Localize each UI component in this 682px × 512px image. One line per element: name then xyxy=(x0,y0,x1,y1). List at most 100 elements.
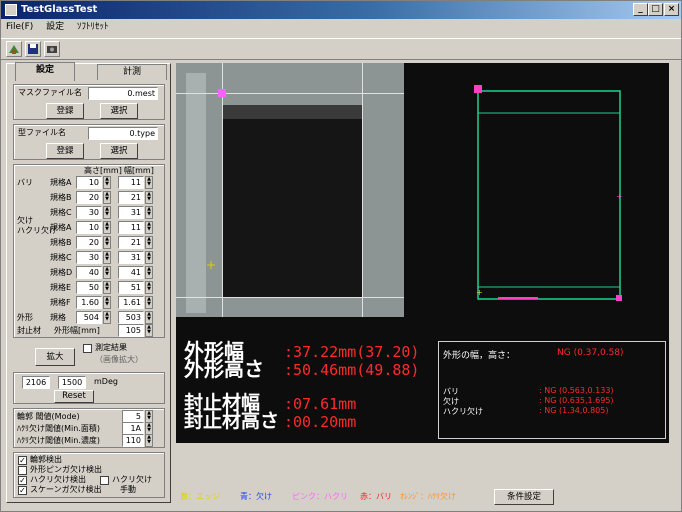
height-field[interactable]: 40 xyxy=(76,266,102,279)
width-spinner[interactable]: ▲ ▼ xyxy=(145,191,153,204)
outer-row-name: 規格 xyxy=(50,313,66,322)
height-field[interactable]: 10 xyxy=(76,176,102,189)
minimize-button[interactable]: _ xyxy=(633,3,648,16)
threshold-spinner[interactable]: ▲ ▼ xyxy=(145,434,153,447)
width-field[interactable]: 41 xyxy=(118,266,144,279)
outer-height-field[interactable]: 504 xyxy=(76,311,102,324)
guide-line-h-bottom xyxy=(176,297,404,298)
maximize-button[interactable]: □ xyxy=(648,3,663,16)
row-name: 規格A xyxy=(50,223,72,232)
height-spinner[interactable]: ▲ ▼ xyxy=(103,206,111,219)
template-file-field[interactable]: 0.type xyxy=(88,127,158,140)
width-field[interactable]: 11 xyxy=(118,221,144,234)
height-spinner[interactable]: ▲ ▼ xyxy=(103,251,111,264)
width-spinner[interactable]: ▲ ▼ xyxy=(145,266,153,279)
outer-chip-checkbox[interactable] xyxy=(18,466,27,475)
mask-file-group: マスクファイル名 0.mest 登録 選択 xyxy=(13,84,165,120)
height-spinner[interactable]: ▲ ▼ xyxy=(103,296,111,309)
camera-icon[interactable] xyxy=(44,41,60,57)
image-viewer[interactable]: + + + 外形幅 外形高さ :37.22mm(37.20) :50.46mm(… xyxy=(176,63,669,443)
judge-value: : NG (0.635,1.695) xyxy=(539,396,614,405)
threshold-label: ﾊｸﾘ欠け閾値(Min.面積) xyxy=(17,424,100,433)
detection-checks-group: ✓ 輪郭検出 外形ピンガ欠け検出 ✓ ハクリ欠け検出 ハクリ欠け ✓ スケーンガ… xyxy=(13,452,165,498)
outer-height-value: :50.46mm(49.88) xyxy=(284,361,420,379)
row-group-label: バリ xyxy=(17,178,33,187)
menu-reset[interactable]: ｿﾌﾄﾘｾｯﾄ xyxy=(72,22,114,32)
mask-select-button[interactable]: 選択 xyxy=(100,103,138,119)
width-field[interactable]: 1.61 xyxy=(118,296,144,309)
legend-peel: ピンク：ハクリ xyxy=(292,492,348,501)
close-button[interactable]: × xyxy=(664,3,679,16)
width-spinner[interactable]: ▲ ▼ xyxy=(145,311,153,324)
toolbar xyxy=(1,38,681,60)
expand-button[interactable]: 拡大 xyxy=(35,348,75,366)
corner-marker xyxy=(218,89,226,97)
outer-width-field[interactable]: 503 xyxy=(118,311,144,324)
judge-title-value: NG (0.37,0.58) xyxy=(557,348,624,358)
width-spinner[interactable]: ▲ ▼ xyxy=(145,236,153,249)
mask-register-button[interactable]: 登録 xyxy=(46,103,84,119)
save-icon[interactable] xyxy=(25,41,41,57)
template-select-button[interactable]: 選択 xyxy=(100,143,138,159)
reset-button[interactable]: Reset xyxy=(54,390,94,403)
height-spinner[interactable]: ▲ ▼ xyxy=(103,191,111,204)
height-spinner[interactable]: ▲ ▼ xyxy=(103,311,111,324)
edge-detect-checkbox[interactable]: ✓ xyxy=(18,456,27,465)
height-spinner[interactable]: ▲ ▼ xyxy=(103,176,111,189)
param-a-field[interactable]: 2106 xyxy=(22,376,50,389)
height-field[interactable]: 30 xyxy=(76,251,102,264)
tab-measure[interactable]: 計測 xyxy=(97,64,167,80)
height-field[interactable]: 30 xyxy=(76,206,102,219)
judge-value: : NG (1.34,0.805) xyxy=(539,406,609,415)
width-field[interactable]: 11 xyxy=(118,176,144,189)
panel-dark-region xyxy=(222,105,362,297)
menu-file[interactable]: File(F) xyxy=(1,22,38,32)
threshold-params-group: 輪郭 閾値(Mode) 5 ▲ ▼ ﾊｸﾘ欠け閾値(Min.面積) 1A ▲ ▼ ﾊ… xyxy=(13,408,165,448)
param-b-field[interactable]: 1500 xyxy=(58,376,86,389)
width-spinner[interactable]: ▲ ▼ xyxy=(145,281,153,294)
height-field[interactable]: 20 xyxy=(76,236,102,249)
seal-width-field[interactable]: 105 xyxy=(118,324,144,337)
width-spinner[interactable]: ▲ ▼ xyxy=(145,221,153,234)
calibrate-icon[interactable] xyxy=(6,41,22,57)
width-spinner[interactable]: ▲ ▼ xyxy=(145,296,153,309)
width-field[interactable]: 31 xyxy=(118,206,144,219)
result-checkbox[interactable] xyxy=(83,344,92,353)
width-spinner[interactable]: ▲ ▼ xyxy=(145,176,153,189)
scan-chip-checkbox[interactable]: ✓ xyxy=(18,486,27,495)
width-field[interactable]: 21 xyxy=(118,191,144,204)
height-field[interactable]: 10 xyxy=(76,221,102,234)
height-spinner[interactable]: ▲ ▼ xyxy=(103,236,111,249)
camera-image: + xyxy=(176,63,404,317)
height-spinner[interactable]: ▲ ▼ xyxy=(103,221,111,234)
peel-chip-checkbox[interactable] xyxy=(100,476,109,485)
mask-file-label: マスクファイル名 xyxy=(18,88,82,97)
check-label: 外形ピンガ欠け検出 xyxy=(30,465,102,474)
template-register-button[interactable]: 登録 xyxy=(46,143,84,159)
threshold-field[interactable]: 110 xyxy=(122,434,144,447)
width-field[interactable]: 21 xyxy=(118,236,144,249)
height-spinner[interactable]: ▲ ▼ xyxy=(103,281,111,294)
height-field[interactable]: 1.60 xyxy=(76,296,102,309)
menu-settings[interactable]: 設定 xyxy=(41,22,69,32)
condition-settings-button[interactable]: 条件設定 xyxy=(494,489,554,505)
judge-title: 外形の幅，高さ： xyxy=(443,351,516,361)
width-spinner[interactable]: ▲ ▼ xyxy=(145,206,153,219)
height-field[interactable]: 20 xyxy=(76,191,102,204)
width-spinner[interactable]: ▲ ▼ xyxy=(145,251,153,264)
width-field[interactable]: 31 xyxy=(118,251,144,264)
seal-width-value: :07.61mm xyxy=(284,395,357,413)
peel-detect-checkbox[interactable]: ✓ xyxy=(18,476,27,485)
outline-diagram: + + xyxy=(474,85,623,301)
mask-file-field[interactable]: 0.mest xyxy=(88,87,158,100)
check-label: ハクリ欠け検出 xyxy=(30,475,86,484)
height-spinner[interactable]: ▲ ▼ xyxy=(103,266,111,279)
threshold-label: 輪郭 閾値(Mode) xyxy=(17,412,80,421)
height-field[interactable]: 50 xyxy=(76,281,102,294)
legend-edge: 黄：エッジ xyxy=(180,492,220,501)
judge-value: : NG (0.563,0.133) xyxy=(539,386,614,395)
width-spinner[interactable]: ▲ ▼ xyxy=(145,324,153,337)
param-unit: mDeg xyxy=(94,377,118,386)
width-field[interactable]: 51 xyxy=(118,281,144,294)
tab-settings[interactable]: 設定 xyxy=(15,62,75,81)
